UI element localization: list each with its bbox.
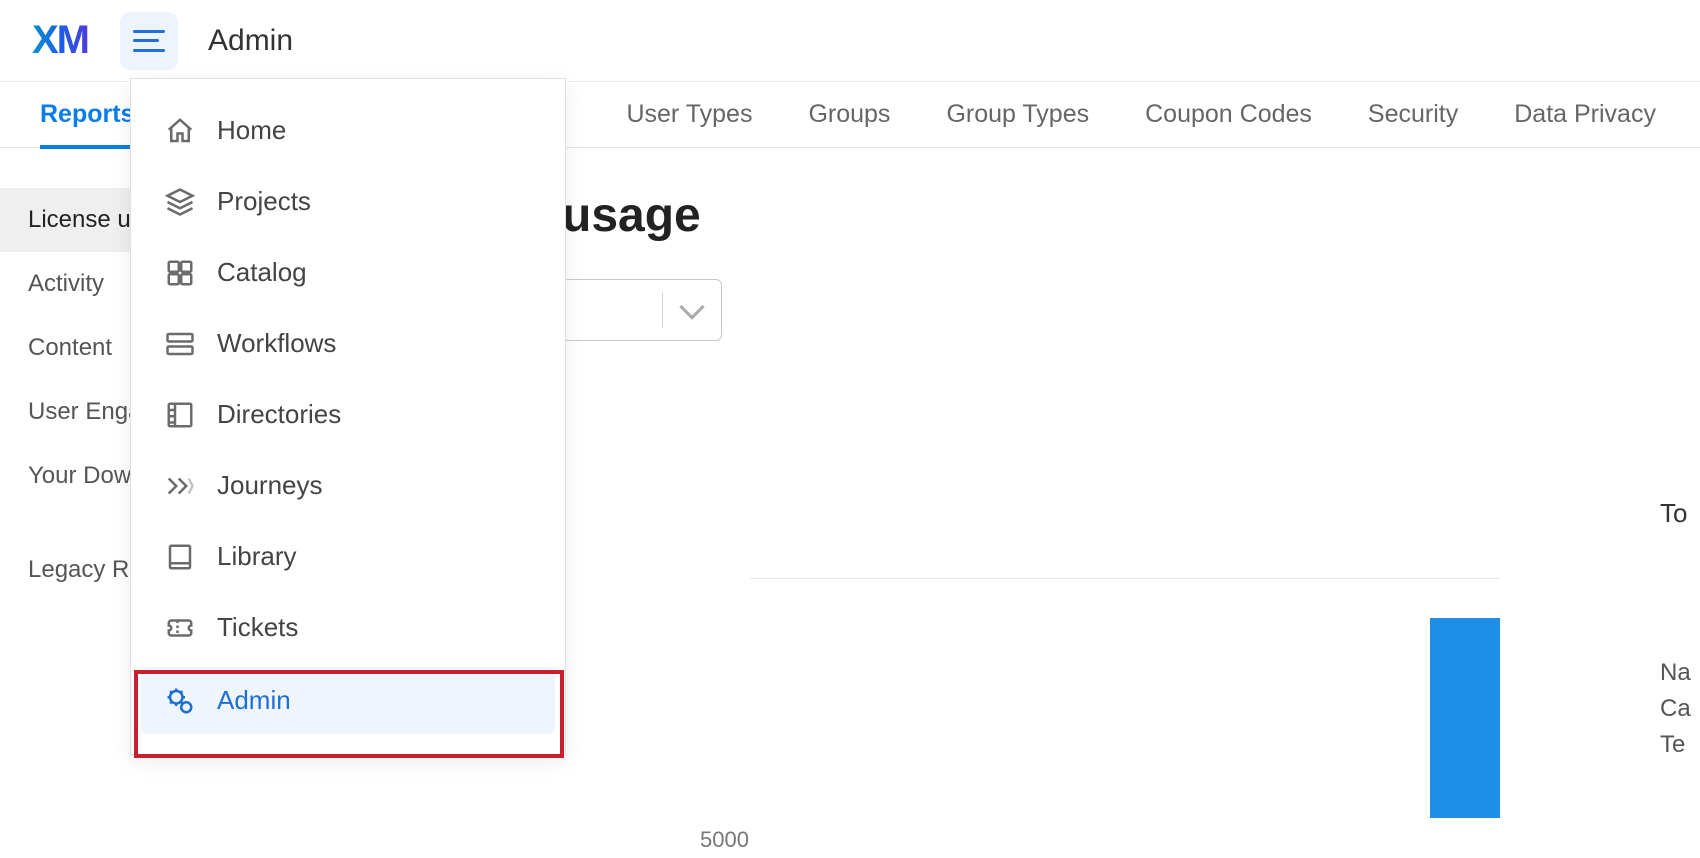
menu-item-tickets[interactable]: Tickets	[131, 592, 565, 663]
menu-item-directories[interactable]: Directories	[131, 379, 565, 450]
catalog-icon	[165, 258, 195, 288]
right-panel-heading: To	[1660, 498, 1700, 529]
menu-item-label: Directories	[217, 399, 341, 430]
directories-icon	[165, 400, 195, 430]
tab-data-privacy[interactable]: Data Privacy	[1514, 100, 1656, 129]
filter-select[interactable]	[562, 279, 722, 341]
chevron-down-icon	[679, 294, 704, 319]
main-menu-dropdown: Home Projects Catalog Workflows Director…	[130, 78, 566, 755]
home-icon	[165, 116, 195, 146]
tab-security[interactable]: Security	[1368, 100, 1458, 129]
chart-grid	[750, 518, 1500, 818]
tab-reports[interactable]: Reports	[40, 100, 134, 129]
chart-y-tick: 5000	[700, 827, 749, 853]
tab-user-types[interactable]: User Types	[626, 100, 752, 129]
menu-item-label: Catalog	[217, 257, 307, 288]
main-menu-button[interactable]	[120, 12, 178, 70]
menu-item-admin[interactable]: Admin	[141, 667, 555, 734]
projects-icon	[165, 187, 195, 217]
workflows-icon	[165, 329, 195, 359]
logo: XM	[20, 18, 100, 63]
header-title: Admin	[208, 24, 293, 58]
admin-icon	[165, 686, 195, 716]
tab-group-types[interactable]: Group Types	[946, 100, 1089, 129]
chart-gridline	[750, 578, 1500, 579]
menu-item-label: Tickets	[217, 612, 298, 643]
right-panel-row: Ca	[1660, 695, 1700, 723]
tab-groups[interactable]: Groups	[808, 100, 890, 129]
library-icon	[165, 542, 195, 572]
hamburger-icon	[133, 30, 165, 52]
chart-area: 5000	[600, 518, 1700, 858]
menu-item-label: Home	[217, 115, 286, 146]
journeys-icon	[165, 471, 195, 501]
right-panel-row: Na	[1660, 659, 1700, 687]
page-title: usage	[562, 188, 1700, 243]
menu-item-label: Projects	[217, 186, 311, 217]
tab-coupon-codes[interactable]: Coupon Codes	[1145, 100, 1312, 129]
menu-item-workflows[interactable]: Workflows	[131, 308, 565, 379]
chart-bar	[1430, 618, 1500, 818]
right-panel-row: Te	[1660, 731, 1700, 759]
menu-item-label: Journeys	[217, 470, 323, 501]
menu-item-library[interactable]: Library	[131, 521, 565, 592]
menu-item-catalog[interactable]: Catalog	[131, 237, 565, 308]
tickets-icon	[165, 613, 195, 643]
menu-item-home[interactable]: Home	[131, 95, 565, 166]
top-header: XM Admin	[0, 0, 1700, 82]
menu-item-label: Admin	[217, 685, 291, 716]
menu-item-label: Workflows	[217, 328, 336, 359]
right-panel: To Na Ca Te	[1660, 498, 1700, 767]
menu-item-journeys[interactable]: Journeys	[131, 450, 565, 521]
menu-item-label: Library	[217, 541, 296, 572]
menu-item-projects[interactable]: Projects	[131, 166, 565, 237]
